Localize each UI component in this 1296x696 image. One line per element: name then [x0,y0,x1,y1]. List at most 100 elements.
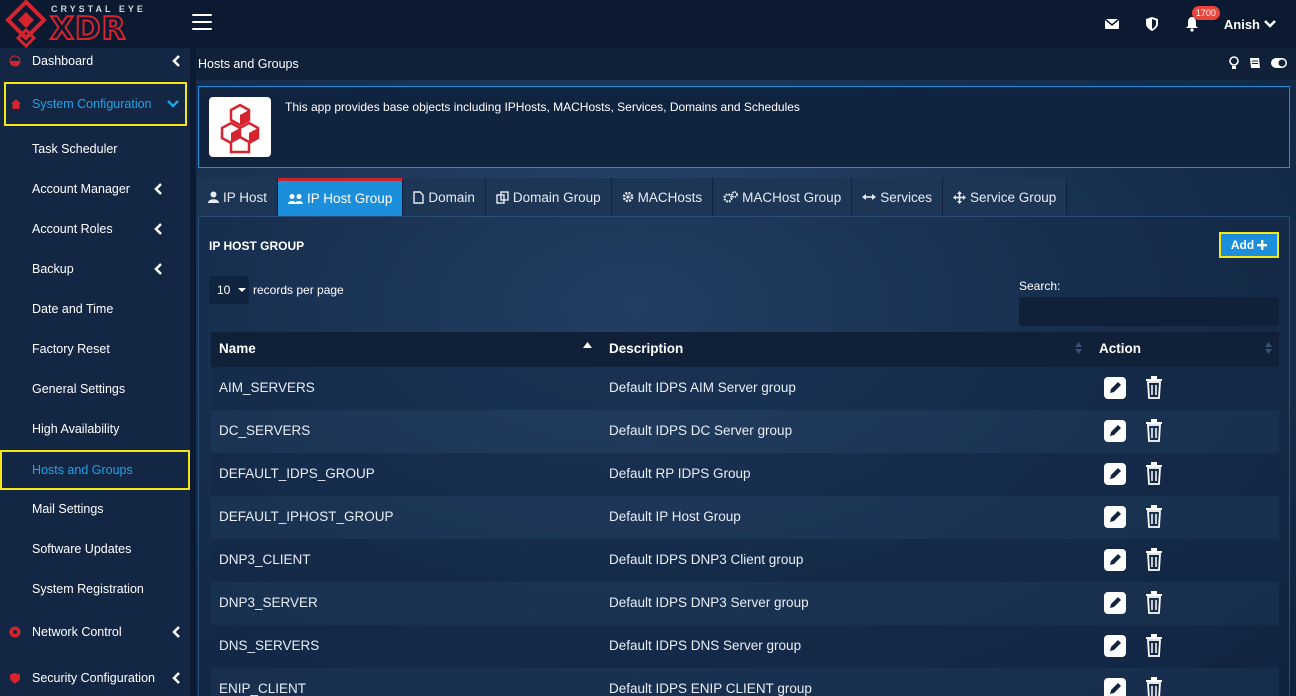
trash-icon[interactable] [1144,418,1164,442]
trash-icon[interactable] [1144,547,1164,571]
sidebar-item-date-and-time[interactable]: Date and Time [0,289,190,329]
sidebar-item-hosts-and-groups[interactable]: Hosts and Groups [0,450,190,490]
column-header-description[interactable]: Description [609,341,683,356]
chevron-down-icon [167,100,179,108]
home-icon [11,99,21,109]
sidebar-item-software-updates[interactable]: Software Updates [0,529,190,569]
user-icon [208,191,219,203]
page-title: Hosts and Groups [198,57,299,71]
edit-button[interactable] [1104,377,1126,399]
sidebar-item-account-roles[interactable]: Account Roles [0,209,190,249]
column-header-name[interactable]: Name [219,341,256,356]
lightbulb-icon[interactable] [1228,56,1240,70]
tab-label: MACHost Group [742,189,842,205]
network-icon [9,626,21,638]
sidebar-item-account-manager[interactable]: Account Manager [0,169,190,209]
sidebar-item-dashboard[interactable]: Dashboard [0,41,190,81]
shield-icon[interactable] [1144,16,1160,32]
tab-services[interactable]: Services [852,178,943,216]
trash-icon[interactable] [1144,375,1164,399]
sidebar-item-label: Date and Time [32,302,114,316]
column-header-action[interactable]: Action [1099,341,1141,356]
gauge-icon [9,55,21,67]
cubes-icon [220,103,260,154]
pencil-icon [1110,425,1121,436]
sidebar-item-high-availability[interactable]: High Availability [0,409,190,449]
search-input[interactable] [1019,297,1279,326]
cell-name: AIM_SERVERS [219,380,315,395]
edit-button[interactable] [1104,463,1126,485]
sidebar-item-system-registration[interactable]: System Registration [0,569,190,609]
cell-description: Default IDPS DNP3 Server group [609,595,809,610]
sidebar-item-label: System Registration [32,582,144,596]
tab-machosts[interactable]: MACHosts [611,178,714,216]
ip-host-group-panel: IP HOST GROUP Add 10 records per page Se… [198,216,1290,696]
book-icon[interactable] [1248,56,1262,70]
table-row: DC_SERVERS Default IDPS DC Server group [211,410,1279,453]
notification-badge: 1700 [1191,6,1220,20]
edit-button[interactable] [1104,678,1126,696]
chevron-down-icon [1264,20,1276,28]
tab-service-group[interactable]: Service Group [942,178,1068,216]
pencil-icon [1110,382,1121,393]
cell-description: Default IDPS DNS Server group [609,638,802,653]
edit-button[interactable] [1104,635,1126,657]
edit-button[interactable] [1104,506,1126,528]
table-row: DEFAULT_IDPS_GROUP Default RP IDPS Group [211,453,1279,496]
sidebar-item-label: Account Manager [32,182,130,196]
tab-ip-host[interactable]: IP Host [198,178,279,216]
chevron-left-icon [172,672,180,684]
cell-description: Default RP IDPS Group [609,466,751,481]
edit-button[interactable] [1104,549,1126,571]
sidebar-item-general-settings[interactable]: General Settings [0,369,190,409]
notification-bell[interactable]: 1700 [1184,6,1220,32]
sidebar-item-label: Network Control [32,625,122,639]
mail-icon[interactable] [1104,16,1120,32]
sidebar-item-network-control[interactable]: Network Control [0,612,190,652]
sidebar-item-backup[interactable]: Backup [0,249,190,289]
arrows-icon [952,190,966,204]
tab-domain[interactable]: Domain [403,178,486,216]
trash-icon[interactable] [1144,461,1164,485]
chevron-left-icon [154,263,162,275]
users-icon [288,193,304,204]
tab-machost-group[interactable]: MACHost Group [713,178,853,216]
sort-asc-icon[interactable] [583,342,592,348]
trash-icon[interactable] [1144,590,1164,614]
sidebar-item-task-scheduler[interactable]: Task Scheduler [0,129,190,169]
toggle-icon[interactable] [1270,56,1288,70]
tab-label: Services [880,189,932,205]
gears-icon [723,191,739,203]
edit-button[interactable] [1104,420,1126,442]
app-icon [209,97,271,157]
tab-label: Domain Group [512,189,601,205]
sidebar-item-label: General Settings [32,382,126,396]
edit-button[interactable] [1104,592,1126,614]
sidebar-item-mail-settings[interactable]: Mail Settings [0,489,190,529]
cell-name: DEFAULT_IDPS_GROUP [219,466,375,481]
add-button[interactable]: Add [1219,232,1279,258]
add-button-label: Add [1230,238,1255,252]
search-label: Search: [1019,279,1061,293]
trash-icon[interactable] [1144,504,1164,528]
sort-icon[interactable] [1075,342,1082,354]
trash-icon[interactable] [1144,633,1164,657]
caret-down-icon [238,288,247,292]
app-description: This app provides base objects including… [285,100,800,114]
cell-name: DEFAULT_IPHOST_GROUP [219,509,394,524]
user-name: Anish [1223,16,1260,32]
page-header: Hosts and Groups [196,48,1296,80]
tab-ip-host-group[interactable]: IP Host Group [278,178,404,216]
trash-icon[interactable] [1144,676,1164,696]
sidebar-item-system-configuration[interactable]: System Configuration [4,82,187,126]
sidebar-item-security-configuration[interactable]: Security Configuration [0,658,190,696]
per-page-label: records per page [253,283,344,297]
user-menu[interactable]: Anish [1224,17,1276,32]
sidebar-item-factory-reset[interactable]: Factory Reset [0,329,190,369]
menu-toggle-icon[interactable] [192,14,212,32]
per-page-select[interactable]: 10 [209,276,249,304]
sort-icon[interactable] [1265,342,1272,354]
tab-domain-group[interactable]: Domain Group [485,178,612,216]
sidebar-item-label: System Configuration [32,97,152,111]
main-content: Hosts and Groups This app provides base … [196,48,1296,696]
